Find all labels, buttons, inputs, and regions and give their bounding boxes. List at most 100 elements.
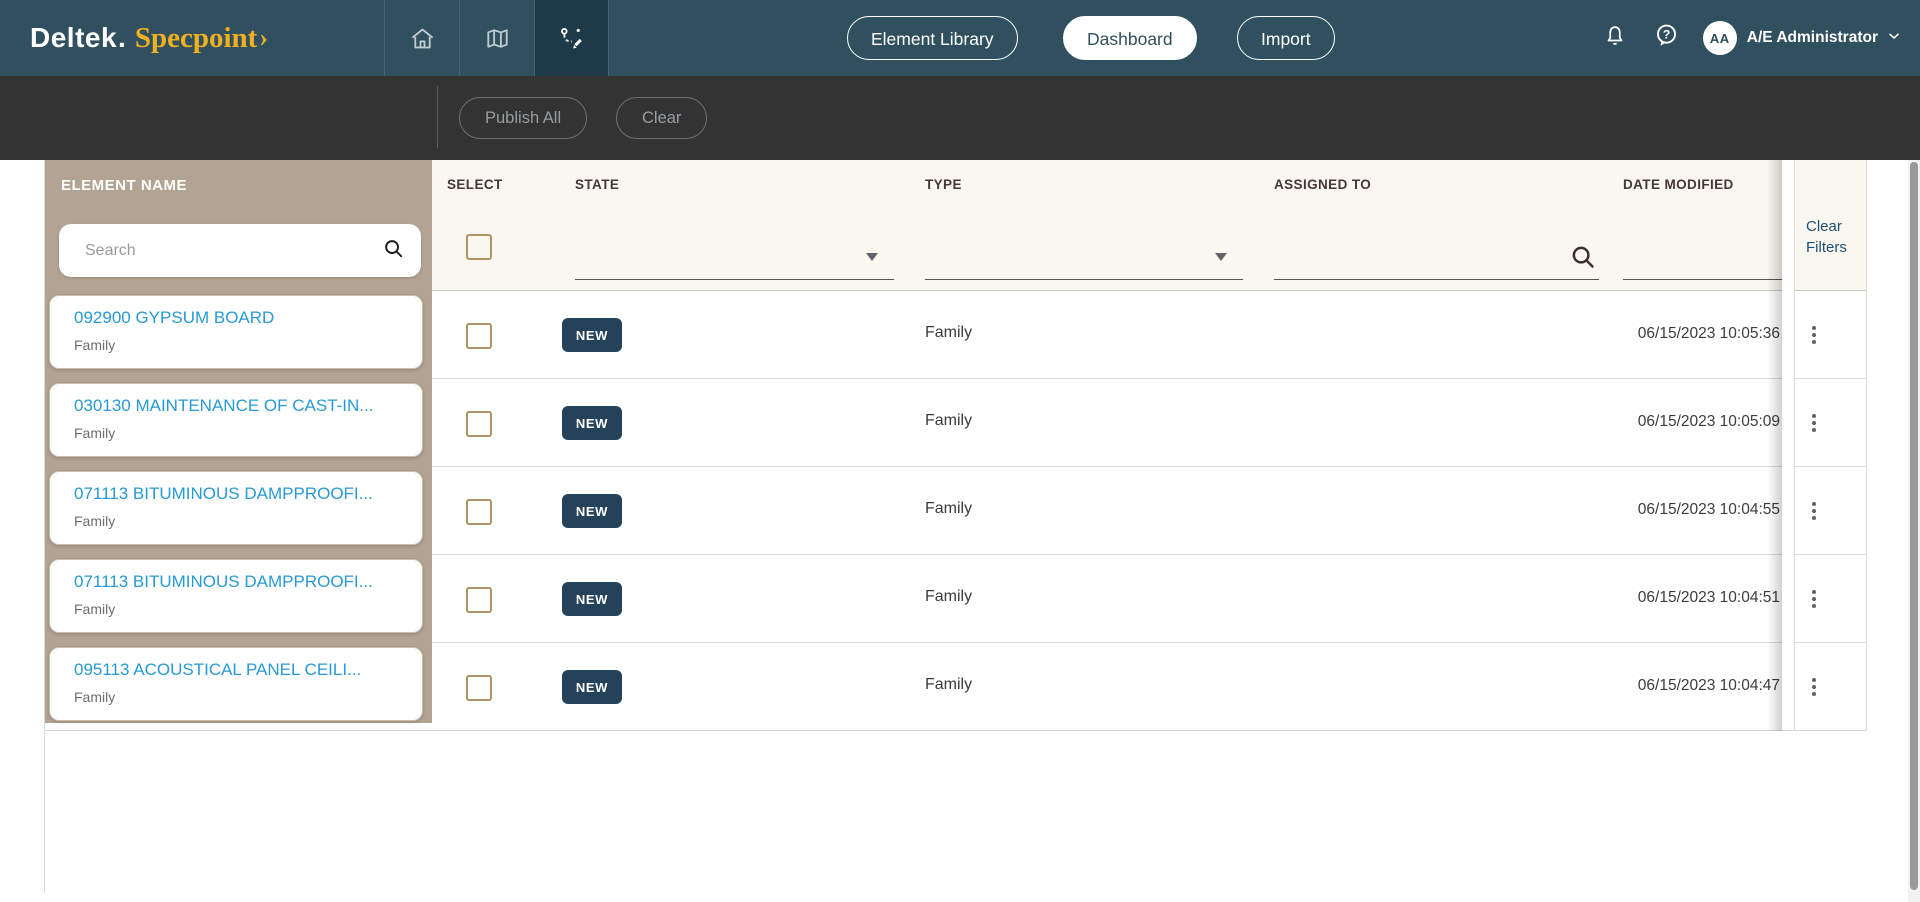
- help-icon: ?: [1653, 22, 1680, 54]
- app-root: Deltek. Specpoint›: [0, 0, 1920, 902]
- row-type: Family: [925, 412, 972, 430]
- svg-text:?: ?: [1663, 27, 1671, 41]
- table-row: 095113 ACOUSTICAL PANEL CEILI... Family …: [44, 643, 1866, 731]
- element-card[interactable]: 071113 BITUMINOUS DAMPPROOFI... Family: [49, 471, 423, 545]
- element-card[interactable]: 071113 BITUMINOUS DAMPPROOFI... Family: [49, 559, 423, 633]
- element-card[interactable]: 095113 ACOUSTICAL PANEL CEILI... Family: [49, 647, 423, 721]
- assigned-to-filter-underline: [1274, 279, 1599, 280]
- row-type: Family: [925, 676, 972, 694]
- row-checkbox[interactable]: [466, 411, 492, 437]
- action-toolbar: Publish All Clear: [0, 76, 1920, 160]
- row-type: Family: [925, 500, 972, 518]
- element-name-search-input[interactable]: [83, 241, 382, 261]
- table-row: 030130 MAINTENANCE OF CAST-IN... Family …: [44, 379, 1866, 467]
- logo-chevron: ›: [259, 23, 268, 53]
- row-date-modified: 06/15/2023 10:04:55: [1560, 501, 1780, 519]
- row-menu-kebab-icon[interactable]: [1804, 408, 1824, 438]
- element-subtitle: Family: [74, 601, 115, 617]
- element-subtitle: Family: [74, 425, 115, 441]
- column-header-type: TYPE: [925, 177, 962, 192]
- assigned-to-search-icon[interactable]: [1568, 242, 1598, 277]
- navbar-right-group: ? AA A/E Administrator: [1593, 0, 1920, 76]
- element-library-button[interactable]: Element Library: [847, 16, 1018, 60]
- element-card[interactable]: 092900 GYPSUM BOARD Family: [49, 295, 423, 369]
- row-checkbox[interactable]: [466, 675, 492, 701]
- avatar: AA: [1703, 21, 1737, 55]
- row-checkbox[interactable]: [466, 587, 492, 613]
- element-subtitle: Family: [74, 337, 115, 353]
- nav-icon-tabs: [384, 0, 609, 76]
- element-subtitle: Family: [74, 513, 115, 529]
- table-row: 071113 BITUMINOUS DAMPPROOFI... Family N…: [44, 555, 1866, 643]
- nav-tab-dashboard-builder[interactable]: [534, 0, 609, 76]
- state-filter-underline: [575, 279, 894, 280]
- toolbar-divider: [437, 86, 438, 148]
- bell-icon: [1602, 23, 1628, 54]
- logo-specpoint: Specpoint: [135, 22, 257, 55]
- state-badge: NEW: [562, 318, 622, 352]
- row-type: Family: [925, 324, 972, 342]
- type-filter-underline: [925, 279, 1243, 280]
- state-badge: NEW: [562, 582, 622, 616]
- type-filter-dropdown-arrow-icon[interactable]: [1215, 253, 1227, 261]
- element-name-link[interactable]: 030130 MAINTENANCE OF CAST-IN...: [74, 396, 373, 416]
- column-header-state: STATE: [575, 177, 619, 192]
- row-menu-kebab-icon[interactable]: [1804, 672, 1824, 702]
- row-checkbox[interactable]: [466, 499, 492, 525]
- state-badge: NEW: [562, 670, 622, 704]
- table-row: 092900 GYPSUM BOARD Family NEW Family 06…: [44, 291, 1866, 379]
- notifications-button[interactable]: [1593, 16, 1637, 60]
- logo-deltek: Deltek: [30, 22, 117, 54]
- search-icon[interactable]: [382, 237, 405, 265]
- column-header-assigned-to: ASSIGNED TO: [1274, 177, 1371, 192]
- home-icon: [409, 25, 436, 52]
- state-badge: NEW: [562, 406, 622, 440]
- publish-all-button[interactable]: Publish All: [459, 97, 587, 139]
- user-menu[interactable]: AA A/E Administrator: [1703, 21, 1902, 55]
- row-menu-kebab-icon[interactable]: [1804, 584, 1824, 614]
- scroll-edge-shadow: [1767, 160, 1782, 731]
- select-all-checkbox[interactable]: [466, 234, 492, 260]
- clear-button[interactable]: Clear: [616, 97, 707, 139]
- date-modified-filter-underline: [1623, 279, 1782, 280]
- row-type: Family: [925, 588, 972, 606]
- element-card[interactable]: 030130 MAINTENANCE OF CAST-IN... Family: [49, 383, 423, 457]
- row-date-modified: 06/15/2023 10:05:09: [1560, 413, 1780, 431]
- help-button[interactable]: ?: [1645, 16, 1689, 60]
- element-name-link[interactable]: 095113 ACOUSTICAL PANEL CEILI...: [74, 660, 361, 680]
- dashboard-button[interactable]: Dashboard: [1063, 16, 1197, 60]
- deltek-specpoint-logo: Deltek. Specpoint›: [30, 0, 268, 76]
- row-menu-kebab-icon[interactable]: [1804, 320, 1824, 350]
- top-navbar: Deltek. Specpoint›: [0, 0, 1920, 76]
- row-date-modified: 06/15/2023 10:04:47: [1560, 677, 1780, 695]
- vertical-scrollbar-track[interactable]: [1908, 160, 1920, 902]
- row-menu-kebab-icon[interactable]: [1804, 496, 1824, 526]
- map-icon: [484, 25, 511, 52]
- row-date-modified: 06/15/2023 10:05:36: [1560, 325, 1780, 343]
- clear-filters-left-border: [1794, 160, 1795, 731]
- clear-filters-right-border: [1866, 160, 1867, 731]
- clear-filters-link[interactable]: Clear Filters: [1806, 216, 1864, 258]
- table-bottom-border: [44, 730, 1866, 731]
- element-subtitle: Family: [74, 689, 115, 705]
- element-name-search: [59, 224, 421, 277]
- vertical-scrollbar-thumb[interactable]: [1910, 162, 1918, 890]
- state-filter-dropdown-arrow-icon[interactable]: [866, 253, 878, 261]
- row-date-modified: 06/15/2023 10:04:51: [1560, 589, 1780, 607]
- nav-tab-home[interactable]: [384, 0, 459, 76]
- user-name: A/E Administrator: [1747, 29, 1878, 47]
- logo-dot: .: [118, 22, 126, 54]
- route-edit-icon: [558, 25, 585, 52]
- element-name-link[interactable]: 071113 BITUMINOUS DAMPPROOFI...: [74, 484, 373, 504]
- row-checkbox[interactable]: [466, 323, 492, 349]
- table-left-border: [44, 160, 45, 893]
- chevron-down-icon: [1886, 28, 1902, 49]
- column-header-date-modified: DATE MODIFIED: [1623, 177, 1734, 192]
- column-header-element-name: ELEMENT NAME: [61, 177, 187, 194]
- import-button[interactable]: Import: [1237, 16, 1335, 60]
- table-row: 071113 BITUMINOUS DAMPPROOFI... Family N…: [44, 467, 1866, 555]
- column-header-select: SELECT: [447, 177, 503, 192]
- element-name-link[interactable]: 092900 GYPSUM BOARD: [74, 308, 274, 328]
- element-name-link[interactable]: 071113 BITUMINOUS DAMPPROOFI...: [74, 572, 373, 592]
- nav-tab-map[interactable]: [459, 0, 534, 76]
